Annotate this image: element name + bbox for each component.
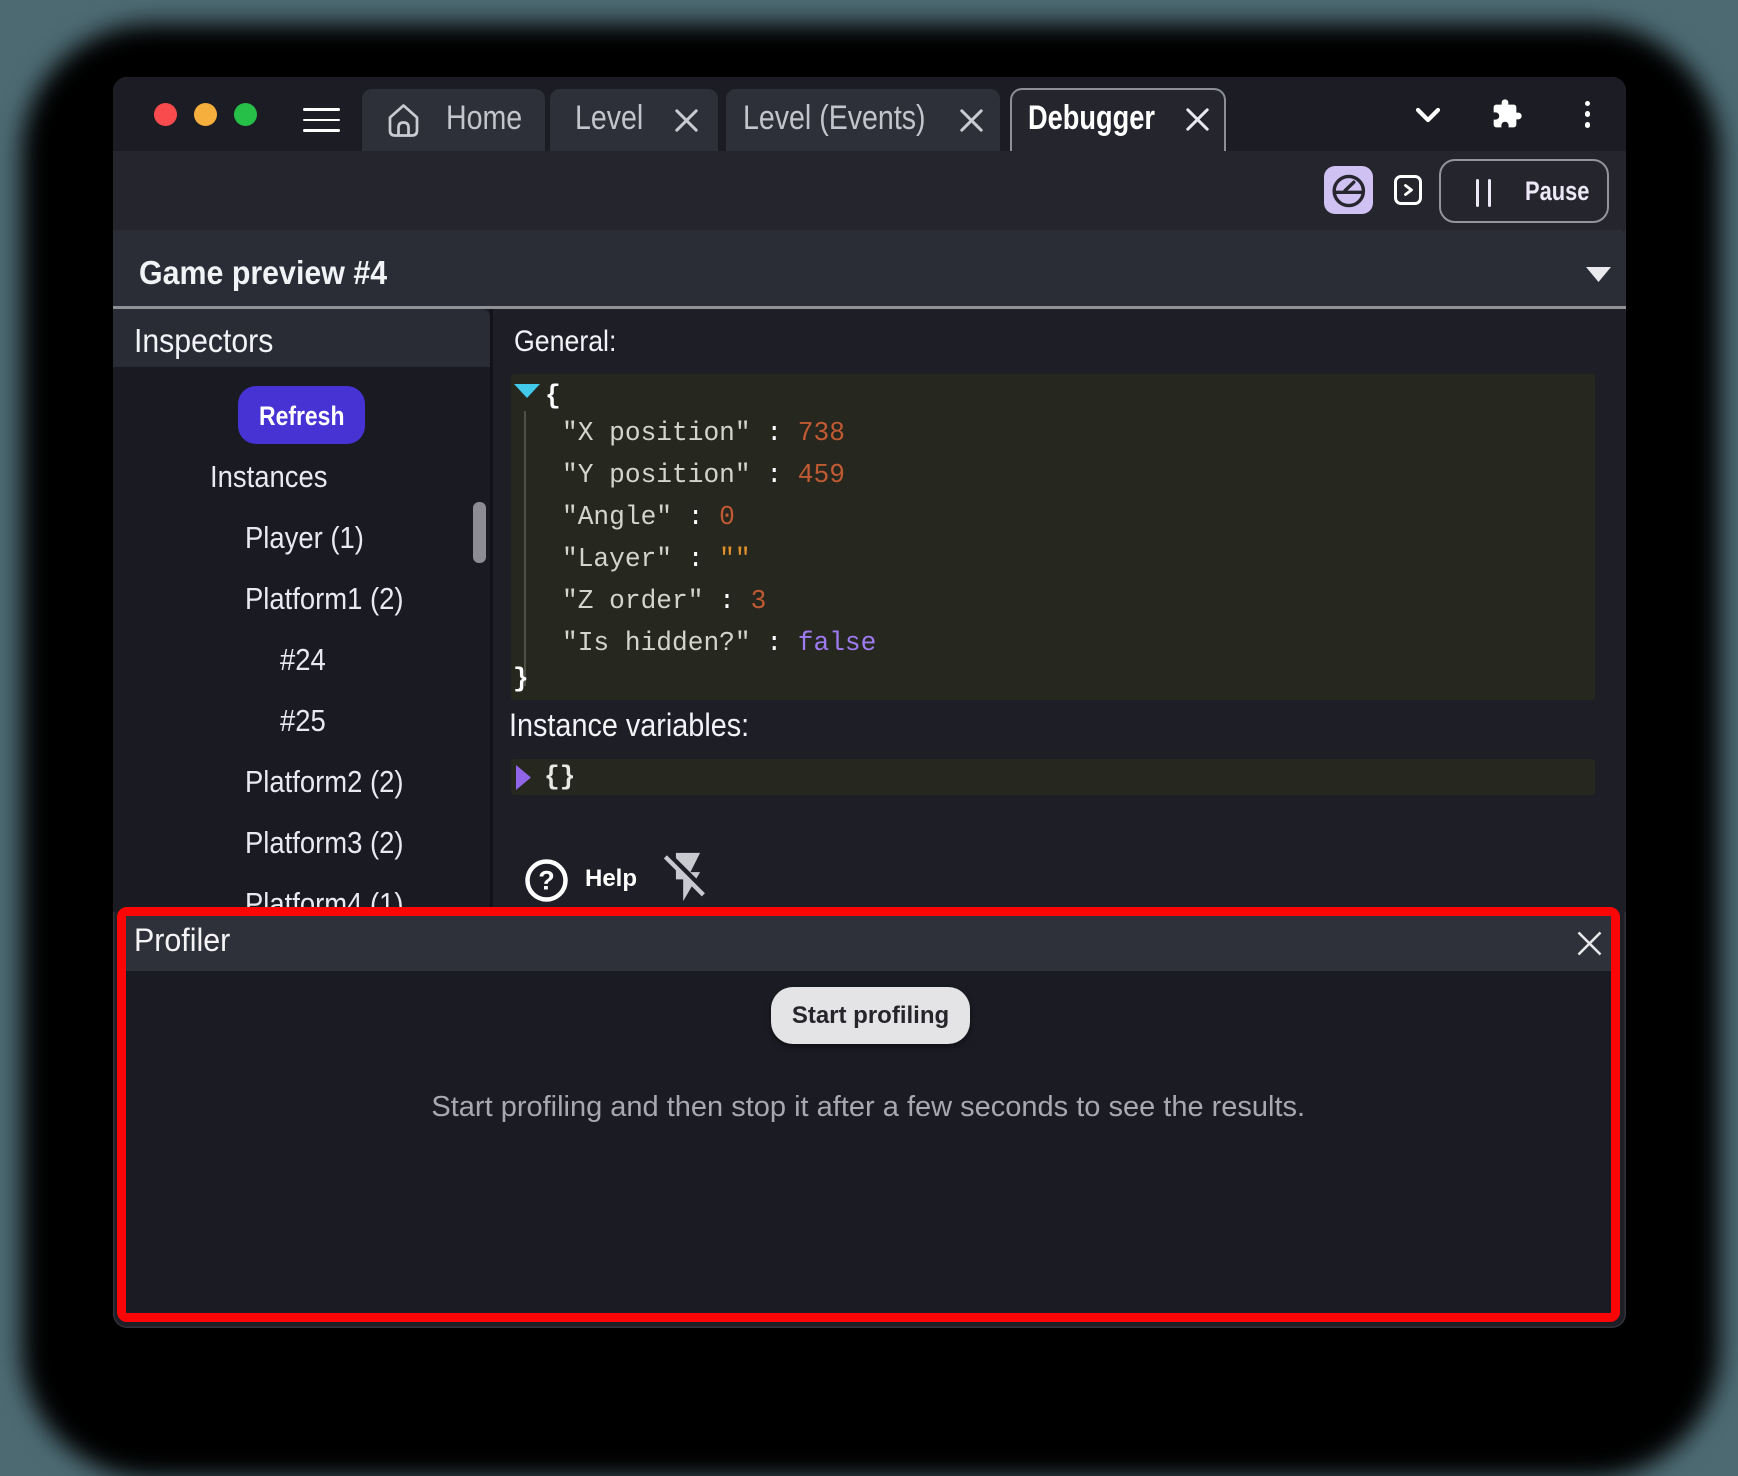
svg-text:?: ?	[538, 866, 555, 896]
